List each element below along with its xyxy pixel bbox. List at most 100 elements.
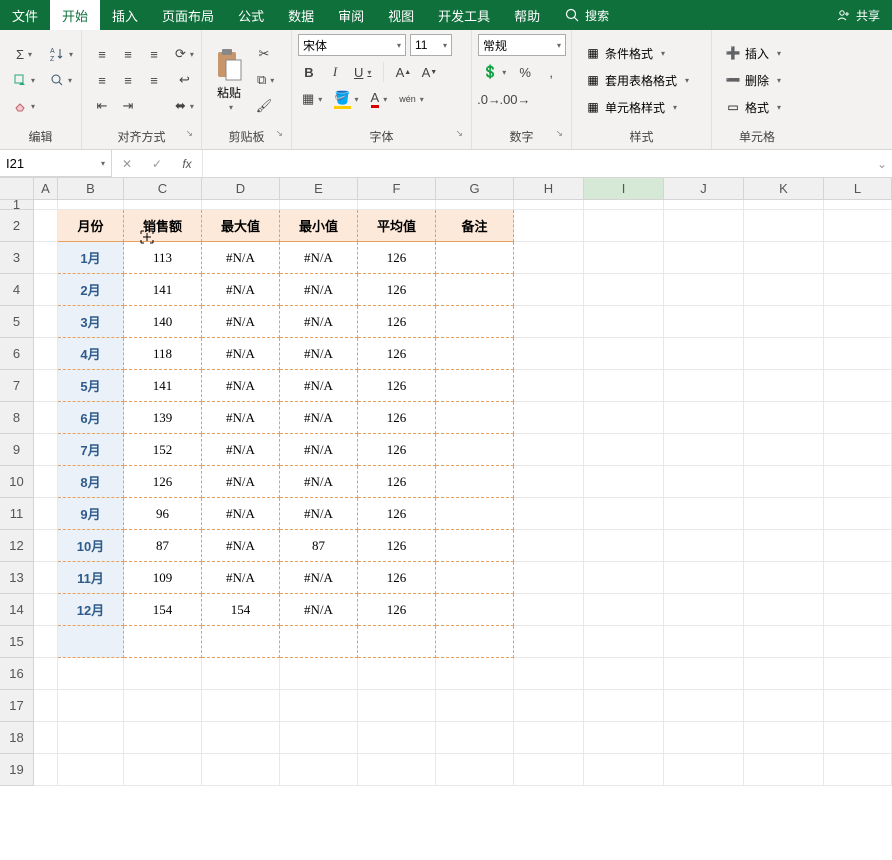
cell-I14[interactable]: [584, 594, 664, 626]
bold-button[interactable]: B: [298, 61, 320, 83]
col-header-G[interactable]: G: [436, 178, 514, 199]
number-dialog-launcher[interactable]: ↘: [555, 128, 563, 139]
cancel-formula-button[interactable]: ✕: [112, 157, 142, 171]
cell-B18[interactable]: [58, 722, 124, 754]
find-button[interactable]: ▾: [45, 69, 77, 91]
cell-A12[interactable]: [34, 530, 58, 562]
indent-inc-button[interactable]: ⇥: [117, 95, 139, 117]
cell-L19[interactable]: [824, 754, 892, 786]
select-all-corner[interactable]: [0, 178, 34, 199]
cell-F19[interactable]: [358, 754, 436, 786]
row-header-8[interactable]: 8: [0, 402, 34, 434]
cell-D17[interactable]: [202, 690, 280, 722]
table-max-5[interactable]: #N/A: [202, 402, 280, 434]
cell-K8[interactable]: [744, 402, 824, 434]
cell-L7[interactable]: [824, 370, 892, 402]
row-header-15[interactable]: 15: [0, 626, 34, 658]
cell-D16[interactable]: [202, 658, 280, 690]
table-month-0[interactable]: 1月: [58, 242, 124, 274]
table-header-5[interactable]: 备注: [436, 210, 514, 242]
cell-J1[interactable]: [664, 200, 744, 210]
col-header-F[interactable]: F: [358, 178, 436, 199]
row-header-14[interactable]: 14: [0, 594, 34, 626]
table-max-6[interactable]: #N/A: [202, 434, 280, 466]
table-month-3[interactable]: 4月: [58, 338, 124, 370]
row-header-3[interactable]: 3: [0, 242, 34, 274]
cell-I6[interactable]: [584, 338, 664, 370]
table-min-9[interactable]: 87: [280, 530, 358, 562]
cell-I2[interactable]: [584, 210, 664, 242]
cell-K6[interactable]: [744, 338, 824, 370]
align-middle-button[interactable]: ≡: [117, 43, 139, 65]
cell-J16[interactable]: [664, 658, 744, 690]
formula-input[interactable]: [203, 150, 872, 177]
menu-tab-9[interactable]: 帮助: [502, 0, 552, 30]
table-max-0[interactable]: #N/A: [202, 242, 280, 274]
table-month-6[interactable]: 7月: [58, 434, 124, 466]
cell-K7[interactable]: [744, 370, 824, 402]
cell-C1[interactable]: [124, 200, 202, 210]
table-month-empty[interactable]: [58, 626, 124, 658]
table-avg-0[interactable]: 126: [358, 242, 436, 274]
percent-button[interactable]: %: [514, 61, 536, 83]
number-format-combo[interactable]: 常规▾: [478, 34, 566, 56]
cell-F17[interactable]: [358, 690, 436, 722]
cell-A19[interactable]: [34, 754, 58, 786]
phonetic-button[interactable]: wén▾: [395, 88, 428, 110]
table-max-1[interactable]: #N/A: [202, 274, 280, 306]
table-month-1[interactable]: 2月: [58, 274, 124, 306]
table-note-8[interactable]: [436, 498, 514, 530]
cell-D18[interactable]: [202, 722, 280, 754]
grow-font-button[interactable]: A▲: [392, 61, 414, 83]
menu-tab-5[interactable]: 数据: [276, 0, 326, 30]
table-min-3[interactable]: #N/A: [280, 338, 358, 370]
cell-E1[interactable]: [280, 200, 358, 210]
cell-H8[interactable]: [514, 402, 584, 434]
row-header-16[interactable]: 16: [0, 658, 34, 690]
cell-K4[interactable]: [744, 274, 824, 306]
cell-L17[interactable]: [824, 690, 892, 722]
table-min-0[interactable]: #N/A: [280, 242, 358, 274]
cell-C19[interactable]: [124, 754, 202, 786]
table-month-4[interactable]: 5月: [58, 370, 124, 402]
table-sales-4[interactable]: 141: [124, 370, 202, 402]
row-header-19[interactable]: 19: [0, 754, 34, 786]
table-min-8[interactable]: #N/A: [280, 498, 358, 530]
fill-color-button[interactable]: 🪣▾: [330, 88, 362, 110]
table-note-4[interactable]: [436, 370, 514, 402]
cell-A18[interactable]: [34, 722, 58, 754]
cell-L16[interactable]: [824, 658, 892, 690]
col-header-H[interactable]: H: [514, 178, 584, 199]
table-sales-5[interactable]: 139: [124, 402, 202, 434]
table-min-7[interactable]: #N/A: [280, 466, 358, 498]
cell-G1[interactable]: [436, 200, 514, 210]
align-dialog-launcher[interactable]: ↘: [185, 128, 193, 139]
menu-tab-4[interactable]: 公式: [226, 0, 276, 30]
table-avg-1[interactable]: 126: [358, 274, 436, 306]
merge-button[interactable]: ⬌▾: [171, 95, 198, 117]
table-note-6[interactable]: [436, 434, 514, 466]
table-avg-11[interactable]: 126: [358, 594, 436, 626]
table-max-8[interactable]: #N/A: [202, 498, 280, 530]
cell-J9[interactable]: [664, 434, 744, 466]
cell-J19[interactable]: [664, 754, 744, 786]
cell-J14[interactable]: [664, 594, 744, 626]
cell-A11[interactable]: [34, 498, 58, 530]
cell-L10[interactable]: [824, 466, 892, 498]
cell-K1[interactable]: [744, 200, 824, 210]
table-avg-5[interactable]: 126: [358, 402, 436, 434]
shrink-font-button[interactable]: A▼: [418, 61, 440, 83]
cell-A7[interactable]: [34, 370, 58, 402]
table-avg-9[interactable]: 126: [358, 530, 436, 562]
border-button[interactable]: ▦▾: [298, 88, 326, 110]
cell-D15[interactable]: [202, 626, 280, 658]
cell-I13[interactable]: [584, 562, 664, 594]
cell-D1[interactable]: [202, 200, 280, 210]
cell-C15[interactable]: [124, 626, 202, 658]
align-left-button[interactable]: ≡: [91, 69, 113, 91]
menu-tab-1[interactable]: 开始: [50, 0, 100, 30]
table-min-2[interactable]: #N/A: [280, 306, 358, 338]
col-header-B[interactable]: B: [58, 178, 124, 199]
cell-K16[interactable]: [744, 658, 824, 690]
cell-K9[interactable]: [744, 434, 824, 466]
